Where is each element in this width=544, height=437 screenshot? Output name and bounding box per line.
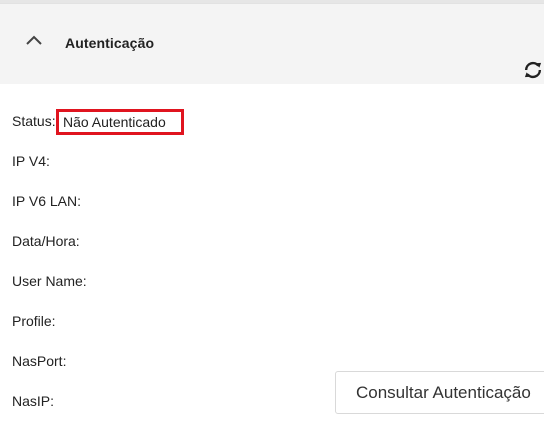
- profile-label: Profile:: [12, 313, 56, 329]
- datetime-label: Data/Hora:: [12, 233, 80, 249]
- nasip-label: NasIP:: [12, 393, 55, 409]
- section-header[interactable]: Autenticação: [0, 3, 544, 84]
- ipv6-lan-label: IP V6 LAN:: [12, 193, 82, 209]
- chevron-up-icon[interactable]: [25, 34, 43, 46]
- ipv4-label: IP V4:: [12, 153, 50, 169]
- refresh-icon[interactable]: [522, 59, 544, 81]
- nasport-label: NasPort:: [12, 353, 67, 369]
- status-value: Não Autenticado: [56, 109, 184, 135]
- consult-authentication-button[interactable]: Consultar Autenticação: [335, 371, 544, 414]
- status-label: Status:: [12, 113, 56, 129]
- username-label: User Name:: [12, 273, 87, 289]
- section-title: Autenticação: [65, 35, 155, 51]
